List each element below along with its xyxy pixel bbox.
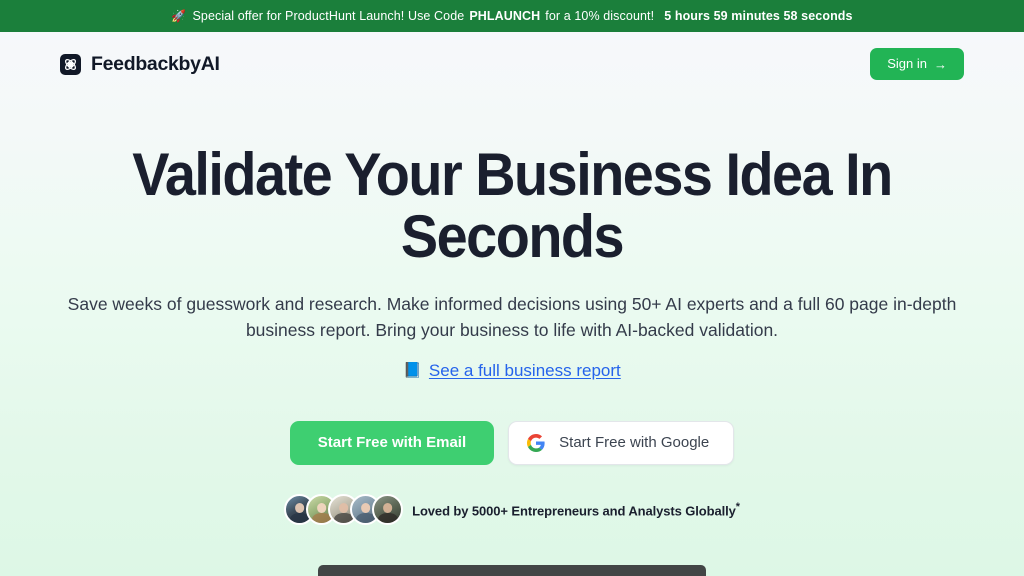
google-g-icon [527,433,545,452]
promo-banner[interactable]: 🚀 Special offer for ProductHunt Launch! … [0,0,1024,32]
brand-name: FeedbackbyAI [91,52,220,75]
avatar-group [284,493,404,525]
avatar [372,493,404,525]
report-link-row: 📘 See a full business report [40,361,984,381]
social-proof-row: Loved by 5000+ Entrepreneurs and Analyst… [40,493,984,525]
start-free-with-email-button[interactable]: Start Free with Email [289,420,495,465]
start-free-with-email-label: Start Free with Email [317,434,467,452]
brand-logo[interactable]: FeedbackbyAI [60,53,220,76]
hero-subtitle: Save weeks of guesswork and research. Ma… [67,293,957,341]
start-free-with-google-label: Start Free with Google [559,434,710,452]
rocket-icon: 🚀 [171,9,187,23]
social-proof-asterisk: * [735,500,740,513]
start-free-with-google-button[interactable]: Start Free with Google [508,420,735,465]
promo-code: PHLAUNCH [469,9,541,23]
landing-page: 🚀 Special offer for ProductHunt Launch! … [0,0,1024,576]
atom-logo-icon [60,53,81,75]
see-full-report-link[interactable]: See a full business report [429,361,621,381]
social-proof-label: Loved by 5000+ Entrepreneurs and Analyst… [412,503,736,519]
sign-in-label: Sign in [887,56,927,72]
hero-section: Validate Your Business Idea In Seconds S… [0,96,1024,525]
promo-text-before-code: Special offer for ProductHunt Launch! Us… [192,9,465,23]
promo-text-after-code: for a 10% discount! [545,9,655,23]
blue-book-icon: 📘 [403,362,422,380]
cta-button-row: Start Free with Email Start Free with Go… [40,420,984,465]
promo-countdown-timer: 5 hours 59 minutes 58 seconds [664,9,853,23]
sign-in-button[interactable]: Sign in → [870,48,964,80]
social-proof-text: Loved by 5000+ Entrepreneurs and Analyst… [412,501,740,518]
page-title: Validate Your Business Idea In Seconds [132,141,893,271]
video-player-frame[interactable] [318,565,706,576]
site-header: FeedbackbyAI Sign in → [0,32,1024,96]
arrow-right-icon: → [934,56,947,72]
